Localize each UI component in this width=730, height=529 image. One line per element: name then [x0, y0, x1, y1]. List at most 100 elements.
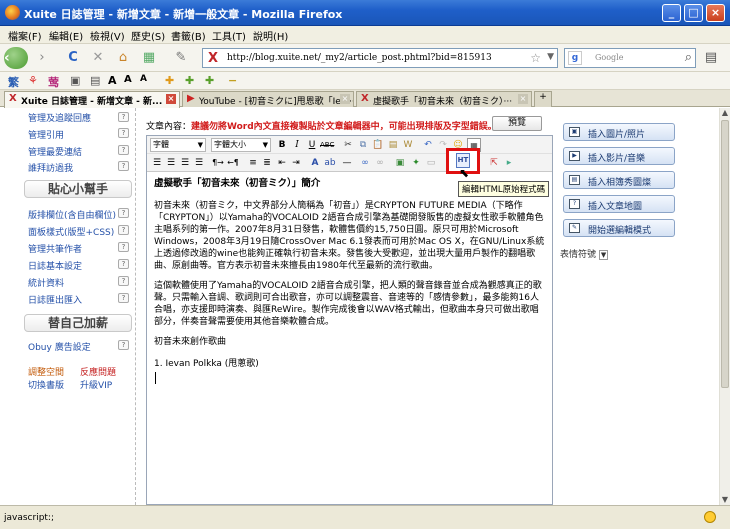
underline-icon[interactable]: U — [305, 138, 319, 152]
image-icon[interactable]: ▣ — [393, 156, 407, 170]
page-menu-icon[interactable]: ▤ — [702, 49, 720, 67]
sidebar-link-trackback[interactable]: 管理引用 — [28, 128, 64, 141]
horizontal-rule-icon[interactable]: — — [340, 156, 354, 170]
strikethrough-icon[interactable]: ABC — [320, 138, 334, 152]
sidebar-link-coauthors[interactable]: 管理共筆作者 — [28, 242, 82, 255]
help-icon[interactable]: ? — [118, 161, 129, 171]
back-button[interactable]: ‹ — [4, 47, 28, 69]
italic-icon[interactable]: I — [290, 138, 304, 152]
bookmark-star-icon[interactable]: ☆ — [530, 51, 541, 65]
reload-icon[interactable]: C — [64, 49, 82, 67]
insert-video-button[interactable]: ▶ 插入影片/音樂 — [563, 147, 675, 165]
ordered-list-icon[interactable]: ≡ — [246, 156, 260, 170]
sidebar-link-theme[interactable]: 面板樣式(版型+CSS) — [28, 225, 114, 238]
highlight-icon[interactable]: ab — [323, 156, 337, 170]
sidebar-link-import-export[interactable]: 日誌匯出匯入 — [28, 293, 82, 306]
url-dropdown-icon[interactable]: ▼ — [547, 52, 554, 62]
ext-plus3-icon[interactable]: ✚ — [205, 74, 214, 87]
rtl-icon[interactable]: ←¶ — [226, 156, 240, 170]
search-icon[interactable]: ⌕ — [685, 50, 692, 65]
help-icon[interactable]: ? — [118, 293, 129, 303]
scroll-up-icon[interactable]: ▲ — [720, 108, 730, 118]
insert-album-button[interactable]: ▤ 插入相簿秀圖燦 — [563, 171, 675, 189]
sidebar-link-visitors[interactable]: 誰拜訪過我 — [28, 161, 73, 174]
ext-tool-icon[interactable]: ⚘ — [28, 74, 38, 87]
sidebar-link-layout[interactable]: 版排欄位(含自由欄位) — [28, 208, 116, 221]
sidebar-link-settings[interactable]: 日誌基本設定 — [28, 259, 82, 272]
help-icon[interactable]: ? — [118, 225, 129, 235]
help-icon[interactable]: ? — [118, 259, 129, 269]
sidebar-link-obuy[interactable]: Obuy 廣告設定 — [28, 340, 91, 353]
insert-photo-button[interactable]: ▣ 插入圖片/照片 — [563, 123, 675, 141]
sidebar-link-stats[interactable]: 統計資料 — [28, 276, 64, 289]
indent-icon[interactable]: ⇥ — [289, 156, 303, 170]
addon-icon[interactable]: ▦ — [140, 49, 158, 67]
advanced-edit-mode-button[interactable]: ✎ 開始選編輯模式 — [563, 219, 675, 237]
help-icon[interactable]: ? — [118, 208, 129, 218]
url-bar[interactable]: X http://blog.xuite.net/_my2/article_pos… — [202, 48, 558, 68]
link-adjust-space[interactable]: 調整空間 — [28, 365, 64, 378]
flash-icon[interactable]: ✦ — [409, 156, 423, 170]
align-justify-icon[interactable]: ☰ — [192, 156, 206, 170]
minimize-button[interactable]: _ — [662, 4, 681, 22]
ext-s-icon[interactable]: 莺 — [48, 74, 59, 90]
undo-icon[interactable]: ↶ — [421, 138, 435, 152]
spellcheck-icon[interactable]: ▭ — [424, 156, 438, 170]
search-box[interactable]: g Google ⌕ — [564, 48, 696, 68]
sidebar-link-favorites[interactable]: 管理最愛連結 — [28, 145, 82, 158]
font-size-medium-icon[interactable]: A — [124, 74, 132, 85]
ext-plus2-icon[interactable]: ✚ — [185, 74, 194, 87]
tools-icon[interactable]: ✎ — [172, 49, 190, 67]
font-size-select[interactable]: 字體大小 ▼ — [211, 138, 271, 152]
tab-close-icon[interactable]: × — [518, 94, 528, 104]
close-button[interactable]: × — [706, 4, 725, 22]
menu-edit[interactable]: 編輯(E) — [49, 28, 83, 43]
link-switch-version[interactable]: 切換書版 — [28, 378, 64, 391]
font-size-small-icon[interactable]: A — [140, 74, 147, 84]
sidebar-link-comments[interactable]: 管理及追蹤回應 — [28, 111, 91, 124]
tab-xuite[interactable]: X Xuite 日誌管理 - 新增文章 - 新... × — [4, 91, 180, 108]
align-right-icon[interactable]: ☰ — [178, 156, 192, 170]
tab-close-icon[interactable]: × — [340, 94, 350, 104]
tab-youtube[interactable]: ▶ YouTube - [初音ミクに]甩恩歌「Iev··· × — [182, 91, 354, 107]
align-left-icon[interactable]: ☰ — [150, 156, 164, 170]
scroll-down-icon[interactable]: ▼ — [720, 495, 730, 505]
help-icon[interactable]: ? — [118, 128, 129, 138]
emoticon-selector[interactable]: 表情符號 ▼ — [560, 247, 609, 260]
unordered-list-icon[interactable]: ≣ — [260, 156, 274, 170]
menu-help[interactable]: 說明(H) — [253, 28, 288, 43]
maximize-button[interactable]: □ — [684, 4, 703, 22]
outdent-icon[interactable]: ⇤ — [275, 156, 289, 170]
ext-box-icon[interactable]: ▣ — [70, 74, 80, 87]
help-icon[interactable]: ? — [118, 276, 129, 286]
forward-icon[interactable]: › — [33, 49, 51, 67]
link-icon[interactable]: ∞ — [358, 156, 372, 170]
paste-text-icon[interactable]: ▤ — [386, 138, 400, 152]
home-icon[interactable]: ⌂ — [114, 49, 132, 67]
ext-plus-icon[interactable]: ✚ — [165, 74, 174, 87]
copy-icon[interactable]: ⧉ — [356, 138, 370, 152]
insert-article-map-button[interactable]: ? 插入文章地圖 — [563, 195, 675, 213]
paste-word-icon[interactable]: W — [401, 138, 415, 152]
page-scrollbar[interactable]: ▲ ▼ — [719, 108, 730, 505]
menu-tools[interactable]: 工具(T) — [212, 28, 246, 43]
new-tab-button[interactable]: + — [534, 91, 552, 107]
google-icon[interactable]: g — [568, 51, 582, 65]
menu-history[interactable]: 歷史(S) — [131, 28, 165, 43]
ext-minus-icon[interactable]: − — [228, 74, 237, 87]
about-icon[interactable]: ▸ — [502, 156, 516, 170]
cut-icon[interactable]: ✂ — [341, 138, 355, 152]
align-center-icon[interactable]: ☰ — [164, 156, 178, 170]
font-family-select[interactable]: 字體 ▼ — [150, 138, 206, 152]
tab-close-icon[interactable]: × — [166, 94, 176, 104]
ltr-icon[interactable]: ¶→ — [211, 156, 225, 170]
paste-icon[interactable]: 📋 — [371, 138, 385, 152]
font-color-icon[interactable]: A — [308, 156, 322, 170]
menu-bookmarks[interactable]: 書籤(B) — [171, 28, 206, 43]
addon-status-icon[interactable] — [704, 511, 716, 523]
link-upgrade-vip[interactable]: 升級VIP — [80, 378, 112, 391]
ext-box2-icon[interactable]: ▤ — [90, 74, 100, 87]
bold-icon[interactable]: B — [275, 138, 289, 152]
help-icon[interactable]: ? — [118, 145, 129, 155]
stop-icon[interactable]: ✕ — [89, 49, 107, 67]
